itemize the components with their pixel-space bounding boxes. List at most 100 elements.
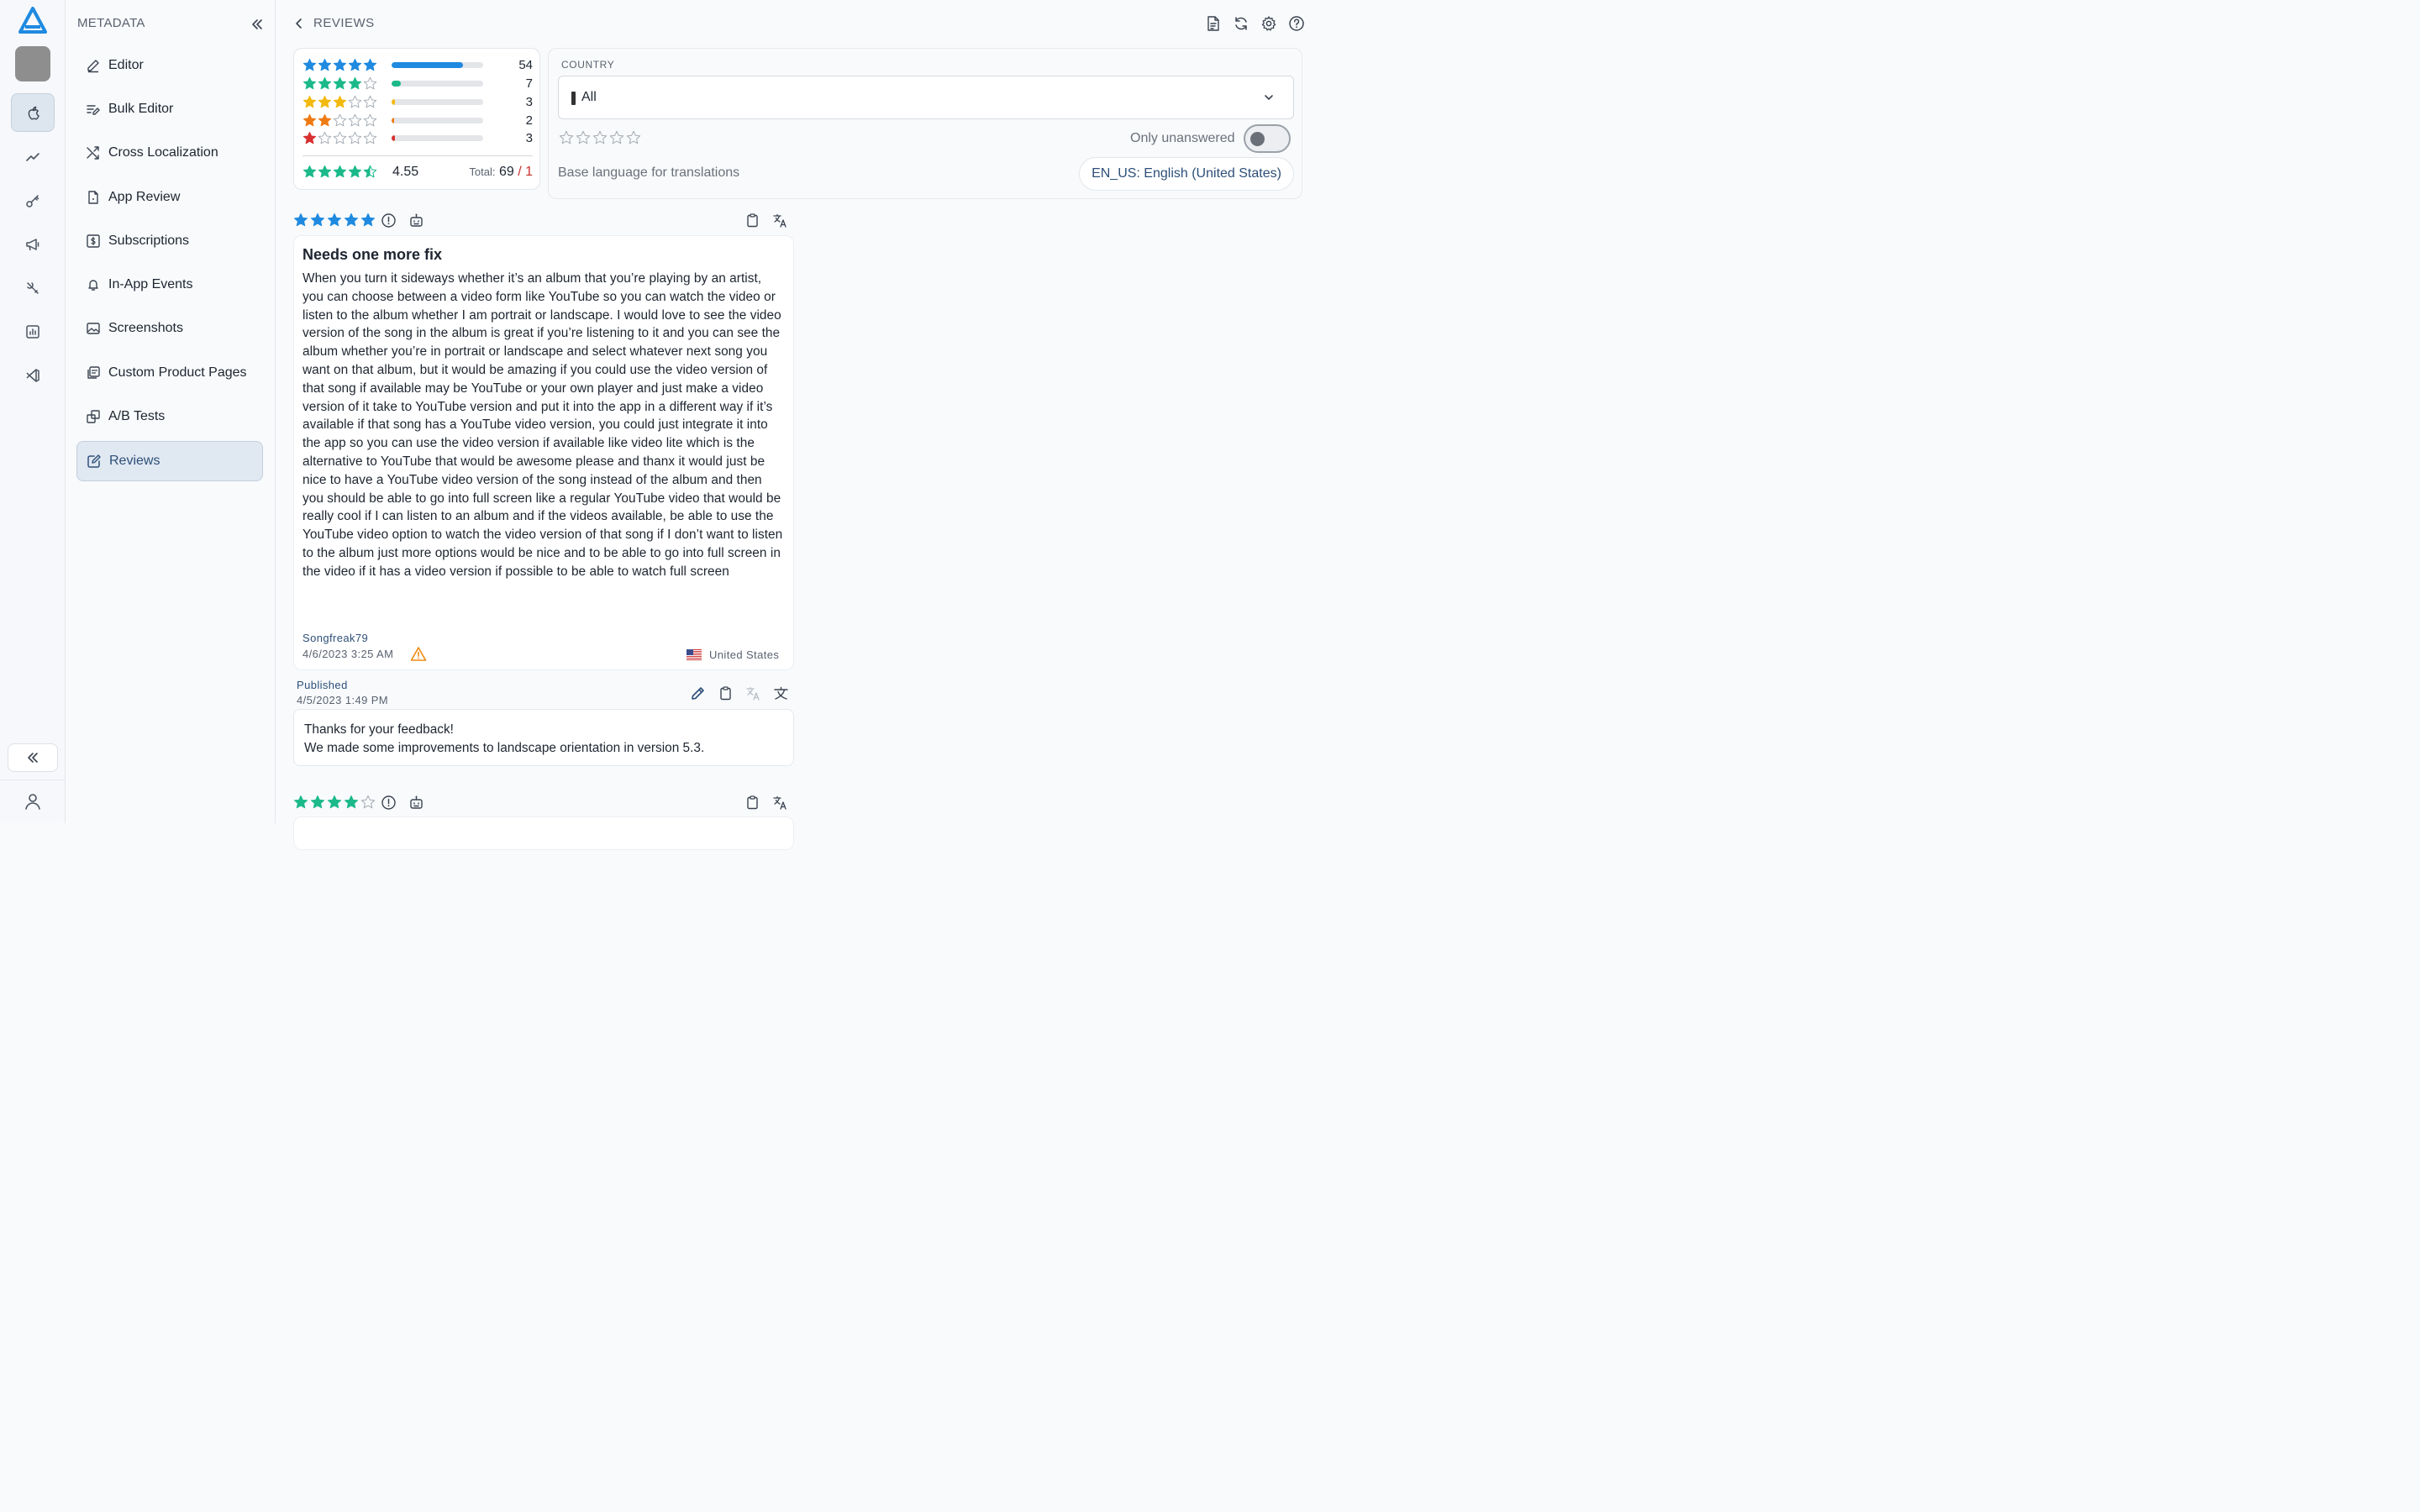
base-language-button[interactable]: EN_US: English (United States) <box>1079 157 1294 191</box>
refresh-icon[interactable] <box>1233 15 1249 32</box>
key-icon[interactable] <box>11 181 55 220</box>
pages-icon <box>85 365 102 381</box>
app-logo-icon[interactable] <box>18 7 47 34</box>
dollar-document-icon <box>85 233 102 249</box>
vscode-icon[interactable] <box>11 356 55 395</box>
rating-row-1[interactable]: 3 <box>302 131 533 148</box>
star-icon <box>318 131 332 144</box>
rating-count: 54 <box>518 58 533 72</box>
gear-icon[interactable] <box>1260 15 1277 32</box>
collapse-sidebar-icon[interactable] <box>250 17 265 32</box>
star-icon <box>302 58 317 71</box>
country-select[interactable]: All <box>558 76 1294 119</box>
help-icon[interactable] <box>1288 15 1305 32</box>
rating-bar-fill <box>392 135 396 141</box>
app-rail <box>0 0 66 823</box>
star-icon <box>302 76 317 90</box>
total-value: 69 <box>498 165 514 179</box>
analytics-icon[interactable] <box>11 312 55 351</box>
sidebar-item-editor[interactable]: Editor <box>76 45 263 86</box>
reply-line: Thanks for your feedback! <box>304 722 454 737</box>
average-value: 4.55 <box>392 165 419 179</box>
translate-icon[interactable] <box>772 213 788 228</box>
rating-count: 3 <box>525 95 533 109</box>
star-icon <box>318 58 332 71</box>
rating-count: 7 <box>525 76 533 91</box>
star-icon <box>302 113 317 127</box>
edit-pencil-icon[interactable] <box>690 685 706 701</box>
robot-icon[interactable] <box>408 795 424 811</box>
rating-bar-fill <box>392 99 396 105</box>
back-chevron-icon[interactable] <box>292 16 306 31</box>
collapse-rail-button[interactable] <box>8 743 58 772</box>
sidebar-item-app-review[interactable]: App Review <box>76 177 263 218</box>
user-icon[interactable] <box>24 792 42 811</box>
sidebar-item-reviews[interactable]: Reviews <box>76 441 263 481</box>
star-rating <box>302 58 377 72</box>
apple-store-icon[interactable] <box>11 93 55 132</box>
sidebar-item-in-app-events[interactable]: In-App Events <box>76 265 263 305</box>
star-icon <box>363 131 377 144</box>
country-label: COUNTRY <box>561 59 615 71</box>
robot-icon[interactable] <box>408 213 424 228</box>
star-rating <box>302 113 377 128</box>
total-slash: / <box>518 165 522 179</box>
sidebar-item-bulk-editor[interactable]: Bulk Editor <box>76 89 263 129</box>
star-icon <box>363 76 377 90</box>
star-icon <box>318 76 332 90</box>
sidebar-item-cross-localization[interactable]: Cross Localization <box>76 133 263 173</box>
page-title: REVIEWS <box>313 16 375 30</box>
warning-icon[interactable] <box>410 646 427 662</box>
only-unanswered-toggle[interactable] <box>1244 124 1291 153</box>
megaphone-icon[interactable] <box>11 225 55 264</box>
star-rating <box>302 131 377 145</box>
review-star-rating <box>293 213 376 228</box>
sidebar-item-custom-product-pages[interactable]: Custom Product Pages <box>76 353 263 393</box>
star-icon <box>348 113 362 127</box>
star-icon <box>302 131 317 144</box>
review-star-rating <box>293 795 376 810</box>
star-icon <box>576 130 591 144</box>
reply-card: Thanks for your feedback! We made some i… <box>293 709 794 766</box>
rating-row-4[interactable]: 7 <box>302 76 533 93</box>
sidebar-item-label: App Review <box>108 190 181 204</box>
star-icon <box>360 213 376 227</box>
sidebar-item-label: Cross Localization <box>108 145 218 160</box>
info-circle-icon[interactable] <box>381 795 397 811</box>
rating-row-2[interactable]: 2 <box>302 113 533 130</box>
app-thumbnail[interactable] <box>15 46 50 81</box>
rating-row-3[interactable]: 3 <box>302 95 533 112</box>
clipboard-icon[interactable] <box>744 213 760 228</box>
sidebar-title: METADATA <box>77 16 145 30</box>
sidebar-item-screenshots[interactable]: Screenshots <box>76 308 263 349</box>
shuffle-icon <box>85 144 102 161</box>
toggle-knob <box>1250 132 1265 146</box>
rating-count: 3 <box>525 131 533 145</box>
translate-icon[interactable] <box>772 795 788 811</box>
review-author[interactable]: Songfreak79 <box>302 632 368 644</box>
rating-row-5[interactable]: 54 <box>302 58 533 75</box>
unanswered-count[interactable]: 1 <box>525 165 533 179</box>
star-icon <box>333 113 347 127</box>
trend-icon[interactable] <box>11 138 55 176</box>
star-icon <box>333 58 347 71</box>
star-icon <box>327 213 342 227</box>
rating-summary-card: 54 7 3 2 3 4.55 Total: 69 / 1 <box>293 48 540 190</box>
sidebar-item-label: In-App Events <box>108 277 193 291</box>
sidebar-item-label: Subscriptions <box>108 234 190 248</box>
clipboard-icon[interactable] <box>718 685 734 701</box>
sidebar-item-ab-tests[interactable]: A/B Tests <box>76 396 263 437</box>
sidebar-item-subscriptions[interactable]: Subscriptions <box>76 221 263 261</box>
star-rating <box>302 76 377 91</box>
double-chevron-left-icon <box>28 753 38 763</box>
export-document-icon[interactable] <box>1205 15 1222 32</box>
clipboard-icon[interactable] <box>744 795 760 811</box>
sidebar-item-label: Screenshots <box>108 321 183 335</box>
language-icon[interactable] <box>773 685 789 701</box>
star-filter[interactable] <box>559 130 641 145</box>
star-icon <box>363 165 377 178</box>
tools-icon[interactable] <box>11 269 55 307</box>
info-circle-icon[interactable] <box>381 213 397 228</box>
star-icon <box>318 113 332 127</box>
star-icon <box>333 76 347 90</box>
